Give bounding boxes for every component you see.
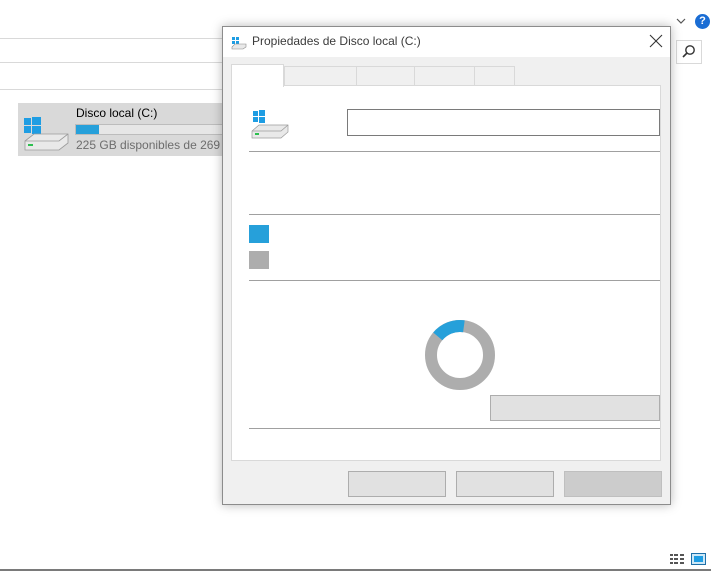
disk-usage-donut-chart bbox=[425, 320, 495, 390]
windows-drive-icon bbox=[24, 117, 69, 151]
drive-usage-bar bbox=[75, 124, 223, 135]
separator bbox=[249, 214, 660, 215]
volume-label-input[interactable] bbox=[347, 109, 660, 136]
drive-usage-bar-fill bbox=[76, 125, 100, 134]
used-space-swatch bbox=[249, 225, 269, 243]
dialog-title: Propiedades de Disco local (C:) bbox=[252, 34, 421, 48]
address-bar-bottom-border bbox=[0, 62, 222, 63]
separator bbox=[249, 151, 660, 152]
disk-cleanup-button[interactable] bbox=[490, 395, 660, 421]
address-bar-top-border bbox=[0, 38, 222, 39]
separator bbox=[249, 428, 660, 429]
tab-hardware[interactable] bbox=[356, 66, 415, 86]
tab-sharing[interactable] bbox=[414, 66, 475, 86]
properties-dialog[interactable]: Propiedades de Disco local (C:) bbox=[222, 26, 671, 505]
tab-tools[interactable] bbox=[284, 66, 357, 86]
drive-name: Disco local (C:) bbox=[76, 106, 158, 120]
dialog-title-bar[interactable]: Propiedades de Disco local (C:) bbox=[223, 27, 670, 57]
separator bbox=[249, 280, 660, 281]
free-space-swatch bbox=[249, 251, 269, 269]
cancel-button[interactable] bbox=[456, 471, 554, 497]
tab-general[interactable] bbox=[231, 64, 284, 87]
close-icon[interactable] bbox=[643, 28, 669, 54]
details-view-icon[interactable] bbox=[670, 553, 685, 565]
status-bar-border bbox=[0, 569, 711, 571]
help-icon[interactable]: ? bbox=[695, 14, 710, 29]
chevron-down-icon[interactable] bbox=[674, 14, 688, 28]
large-icons-view-icon[interactable] bbox=[691, 553, 706, 565]
drive-icon bbox=[231, 37, 247, 50]
search-icon bbox=[682, 45, 695, 58]
general-tab-panel bbox=[231, 85, 661, 461]
search-button[interactable] bbox=[676, 40, 702, 64]
drive-free-space: 225 GB disponibles de 269 GB bbox=[76, 138, 223, 152]
drive-tile-local-disk-c[interactable]: Disco local (C:) 225 GB disponibles de 2… bbox=[18, 103, 223, 156]
ribbon-divider bbox=[0, 89, 222, 90]
tab-security[interactable] bbox=[474, 66, 515, 86]
ok-button[interactable] bbox=[348, 471, 446, 497]
apply-button bbox=[564, 471, 662, 497]
windows-drive-icon bbox=[251, 110, 289, 139]
